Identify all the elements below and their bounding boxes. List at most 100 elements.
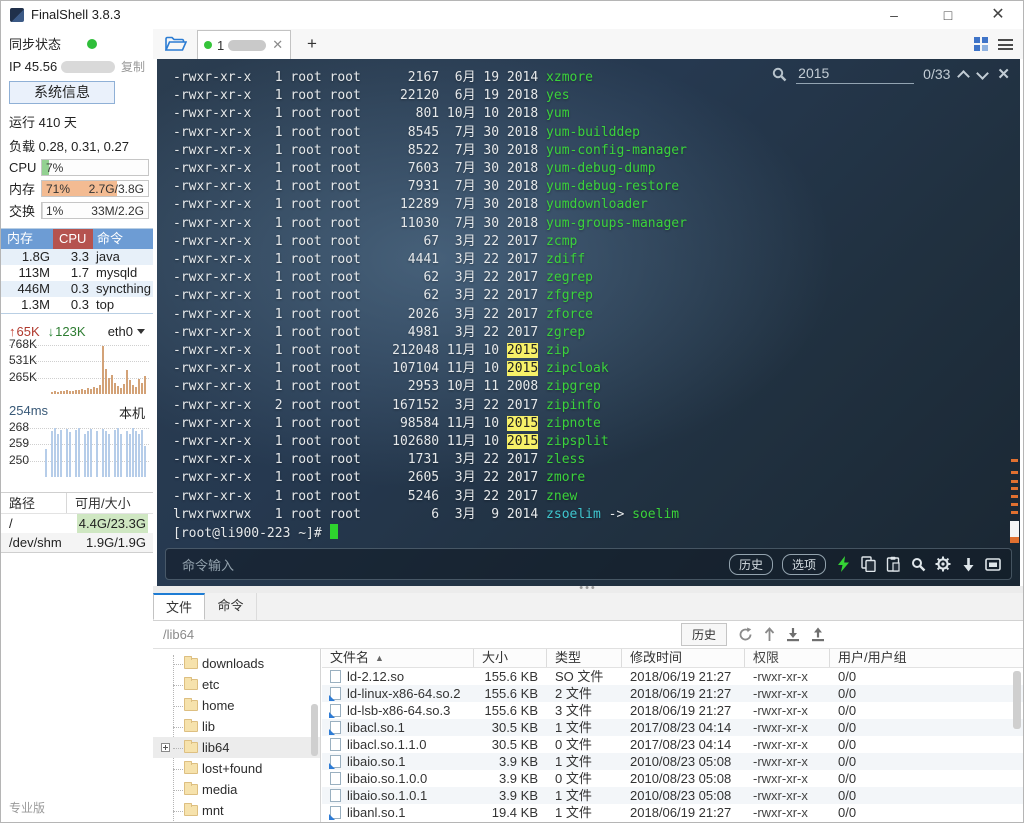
copy-ip-link[interactable]: 复制 [121,58,145,75]
quick-command-button[interactable] [835,556,851,572]
file-size-cell: 19.4 KB [474,804,547,821]
bar [78,390,80,394]
tree-item-downloads[interactable]: downloads [153,653,320,674]
expand-icon[interactable] [161,743,170,752]
file-row[interactable]: libanl.so.119.4 KB1 文件2018/06/19 21:27-r… [322,804,1023,821]
interface-selector[interactable]: eth0 [108,324,145,339]
bar [132,385,134,394]
file-row[interactable]: ld-lsb-x86-64.so.3155.6 KB3 文件2018/06/19… [322,702,1023,719]
new-tab-button[interactable]: + [301,32,323,56]
process-row[interactable]: 446M0.3syncthing [1,281,153,297]
column-header-mtime[interactable]: 修改时间 [622,649,745,667]
open-folder-icon [165,36,187,52]
terminal-scrollbar-thumb[interactable] [1010,521,1019,543]
next-match-icon[interactable] [978,69,988,79]
tab-commands[interactable]: 命令 [205,593,257,620]
minimize-button[interactable]: – [877,3,911,27]
parent-directory-button[interactable] [764,627,775,642]
history-button[interactable]: 历史 [729,554,773,575]
tab-files[interactable]: 文件 [153,593,205,620]
bar [81,389,83,394]
fullscreen-button[interactable] [985,556,1001,572]
scroll-down-button[interactable] [960,556,976,572]
menu-icon[interactable] [998,39,1013,50]
process-row[interactable]: 113M1.7mysqld [1,265,153,281]
file-perms-cell: -rwxr-xr-x [745,770,830,787]
download-rate: 123K [55,324,85,339]
file-row[interactable]: ld-linux-x86-64.so.2155.6 KB2 文件2018/06/… [322,685,1023,702]
search-input[interactable]: 2015 [796,64,914,84]
bar [108,378,110,394]
tree-item-mnt[interactable]: mnt [153,800,320,821]
tree-item-lib64[interactable]: lib64 [153,737,320,758]
layout-grid-icon[interactable] [974,37,988,51]
file-row[interactable]: ld-2.12.so155.6 KBSO 文件2018/06/19 21:27-… [322,668,1023,685]
folder-icon [184,679,198,690]
system-info-button[interactable]: 系统信息 [9,81,115,104]
bar [60,430,62,477]
tree-item[interactable] [153,821,320,822]
column-header-perms[interactable]: 权限 [745,649,830,667]
tree-item-lib[interactable]: lib [153,716,320,737]
file-row[interactable]: libaio.so.1.0.03.9 KB0 文件2010/08/23 05:0… [322,770,1023,787]
tree-item-media[interactable]: media [153,779,320,800]
terminal-line: -rwxr-xr-x 1 root root 67 3月 22 2017 zcm… [173,233,687,251]
disk-table-body: /4.4G/23.3G/dev/shm1.9G/1.9G [1,514,153,552]
ping-host-label[interactable]: 本机 [119,403,145,422]
refresh-button[interactable] [738,627,753,642]
paste-button[interactable] [885,556,901,572]
column-header-filename[interactable]: 文件名▲ [322,649,474,667]
terminal-panel[interactable]: -rwxr-xr-x 1 root root 2167 6月 19 2014 x… [157,59,1020,586]
terminal-line: lrwxrwxrwx 1 root root 6 3月 9 2014 zsoel… [173,506,687,524]
terminal-line: -rwxr-xr-x 1 root root 11030 7月 30 2018 … [173,215,687,233]
tab-close-icon[interactable]: ✕ [272,37,283,53]
bar [78,428,80,477]
file-mtime-cell: 2010/08/23 05:08 [622,787,745,804]
edition-label: 专业版 [9,799,45,816]
tree-item-lost+found[interactable]: lost+found [153,758,320,779]
tree-scrollbar-thumb[interactable] [311,704,318,756]
terminal-search-button[interactable] [910,556,926,572]
process-header-cpu[interactable]: CPU [53,229,93,249]
options-button[interactable]: 选项 [782,554,826,575]
process-row[interactable]: 1.8G3.3java [1,249,153,265]
download-button[interactable] [786,627,800,642]
bar [105,369,107,395]
maximize-button[interactable]: □ [931,3,965,27]
previous-match-icon[interactable] [959,69,969,79]
tree-item-etc[interactable]: etc [153,674,320,695]
file-size-cell: 3.9 KB [474,753,547,770]
copy-button[interactable] [860,556,876,572]
upload-button[interactable] [811,627,825,642]
process-header-cmd[interactable]: 命令 [93,229,153,249]
process-header-mem[interactable]: 内存 [1,229,53,249]
close-button[interactable]: ✕ [981,3,1015,27]
open-connections-button[interactable] [161,32,191,56]
disk-path: /dev/shm [1,533,62,552]
command-input-bar[interactable]: 命令输入 历史 选项 [165,548,1012,580]
column-header-size[interactable]: 大小 [474,649,547,667]
panel-resize-handle[interactable]: ••• [153,586,1023,593]
file-table-scrollbar-thumb[interactable] [1013,671,1021,729]
file-row[interactable]: libaio.so.1.0.13.9 KB1 文件2010/08/23 05:0… [322,787,1023,804]
column-header-user[interactable]: 用户/用户组 [830,649,1023,667]
process-row[interactable]: 1.3M0.3top [1,297,153,313]
disk-row[interactable]: /dev/shm1.9G/1.9G [1,533,153,552]
process-table-header[interactable]: 内存 CPU 命令 [1,229,153,249]
terminal-line: -rwxr-xr-x 1 root root 1731 3月 22 2017 z… [173,451,687,469]
file-user-cell: 0/0 [830,753,1023,770]
settings-button[interactable] [935,556,951,572]
process-cpu: 0.3 [53,281,93,297]
file-row[interactable]: libacl.so.130.5 KB1 文件2017/08/23 04:14-r… [322,719,1023,736]
ip-redacted [61,61,115,73]
column-header-type[interactable]: 类型 [547,649,622,667]
command-input[interactable]: 命令输入 [182,555,234,574]
path-history-button[interactable]: 历史 [681,623,727,646]
current-path[interactable]: /lib64 [163,627,194,642]
tree-item-home[interactable]: home [153,695,320,716]
file-row[interactable]: libaio.so.13.9 KB1 文件2010/08/23 05:08-rw… [322,753,1023,770]
file-row[interactable]: libacl.so.1.1.030.5 KB0 文件2017/08/23 04:… [322,736,1023,753]
terminal-tab[interactable]: 1 ✕ [197,30,291,59]
disk-row[interactable]: /4.4G/23.3G [1,514,153,533]
close-search-icon[interactable]: ✕ [997,65,1010,83]
